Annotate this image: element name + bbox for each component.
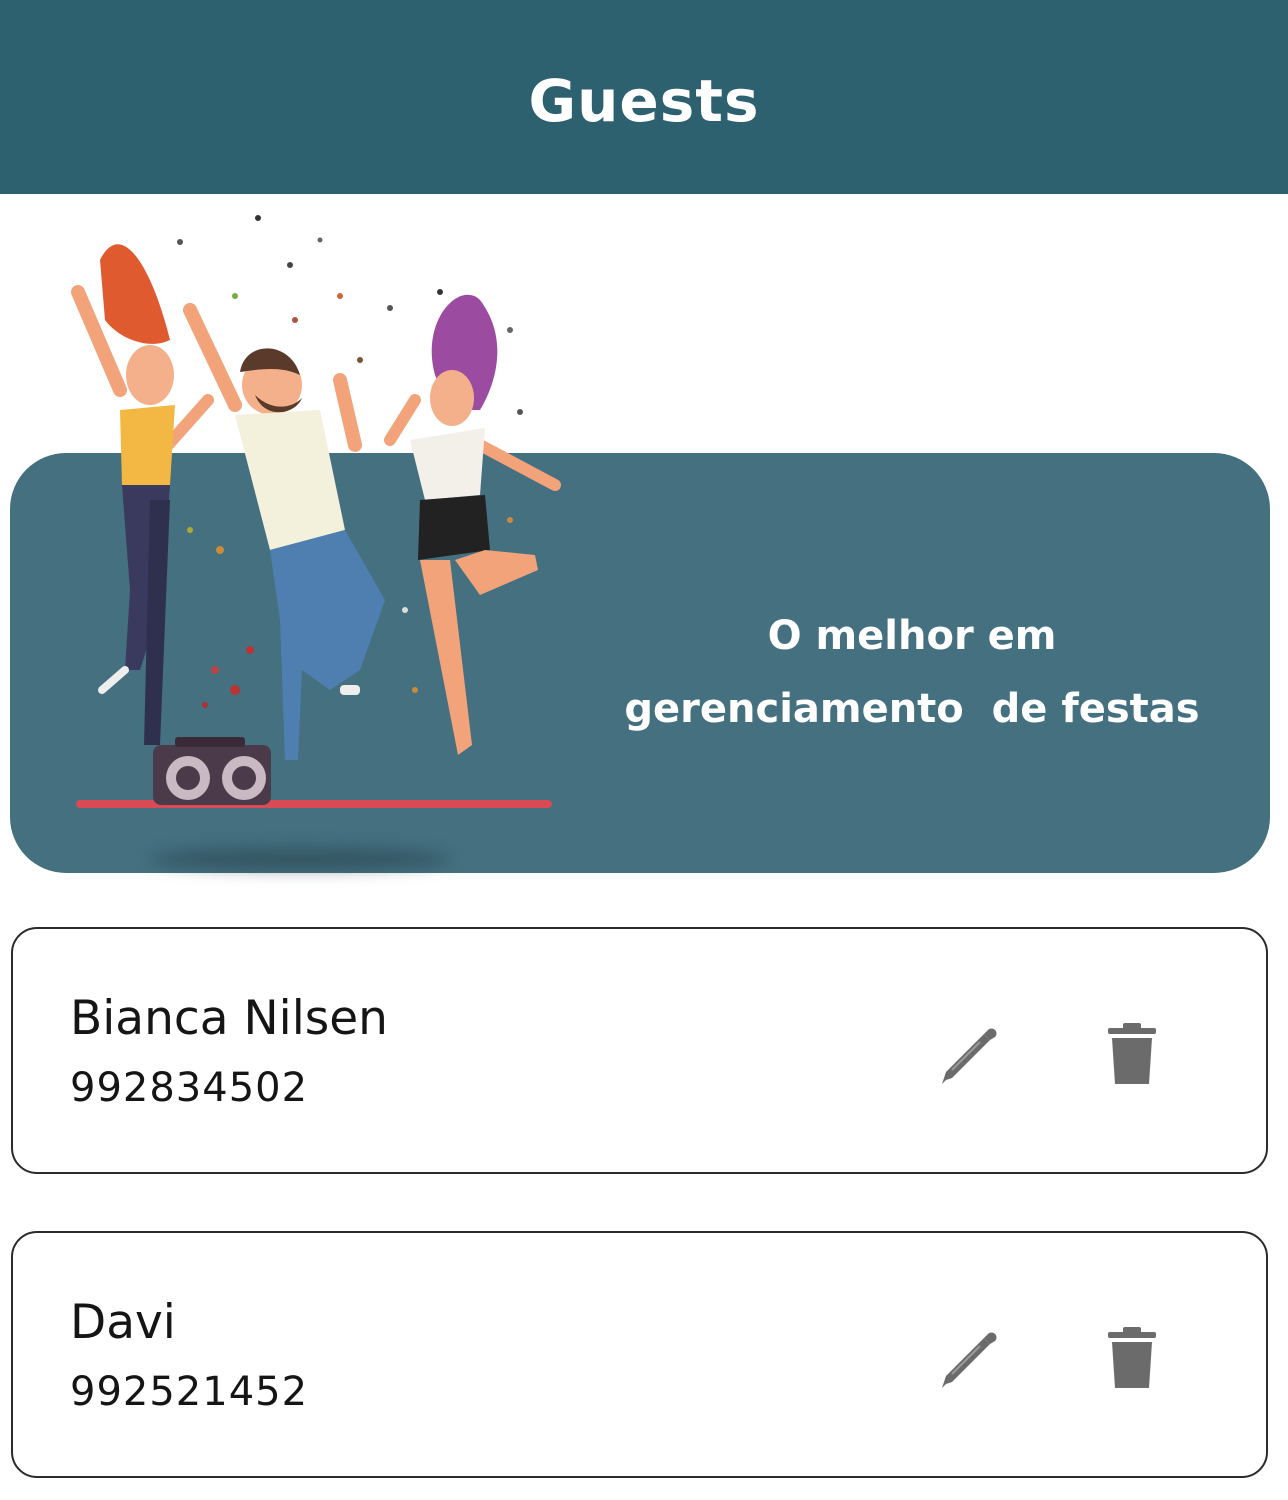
guest-card[interactable]: Bianca Nilsen 992834502 [11, 927, 1268, 1174]
trash-icon [1108, 1327, 1156, 1388]
edit-guest-button[interactable] [929, 1017, 1005, 1093]
delete-guest-button[interactable] [1094, 1321, 1170, 1397]
guest-phone: 992834502 [70, 1065, 309, 1111]
pencil-icon [942, 1332, 997, 1388]
app-bar: Guests [0, 0, 1288, 194]
dance-floor-line [76, 800, 552, 808]
guest-phone: 992521452 [70, 1369, 309, 1415]
page-title: Guests [528, 67, 760, 135]
pencil-icon [942, 1028, 997, 1084]
guest-name: Davi [70, 1295, 176, 1350]
edit-guest-button[interactable] [929, 1321, 1005, 1397]
purple-haired-dancer [384, 294, 561, 755]
guest-name: Bianca Nilsen [70, 991, 388, 1046]
dancing-people-illustration [71, 215, 561, 808]
bearded-dancer [183, 303, 385, 760]
illustration-shadow [150, 848, 450, 870]
trash-icon [1108, 1023, 1156, 1084]
boombox [153, 737, 271, 805]
guest-card[interactable]: Davi 992521452 [11, 1231, 1268, 1478]
tagline-line-2: gerenciamento de festas [624, 686, 1200, 732]
tagline-line-1: O melhor em [767, 613, 1057, 659]
banner-tagline: O melhor em gerenciamento de festas [572, 600, 1252, 746]
delete-guest-button[interactable] [1094, 1017, 1170, 1093]
